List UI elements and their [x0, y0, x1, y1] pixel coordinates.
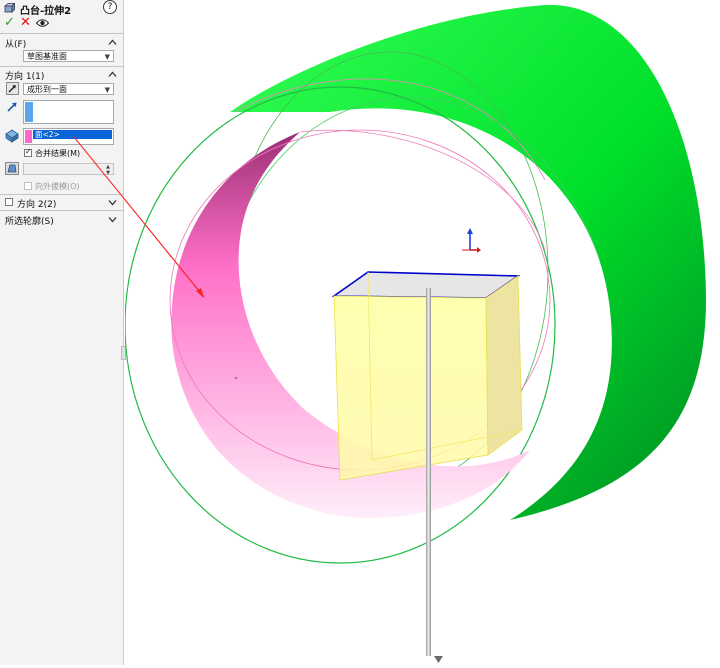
center-point-marker [234, 376, 238, 380]
divider [0, 33, 123, 34]
action-buttons: ✓ ✕ [0, 16, 123, 32]
reverse-direction-icon[interactable] [6, 82, 19, 95]
selected-face-item[interactable]: 面<2> [33, 130, 112, 139]
cancel-button[interactable]: ✕ [20, 16, 31, 30]
direction-vector-icon [7, 102, 17, 112]
direction-arrow-head[interactable] [434, 656, 443, 663]
selection-color-swatch [25, 102, 33, 122]
draft-angle-spinbox[interactable]: ▲ ▼ [23, 163, 114, 176]
divider [0, 210, 123, 211]
from-section-label[interactable]: 从(F) [5, 37, 26, 50]
chevron-down-icon[interactable] [108, 215, 117, 224]
divider [0, 194, 123, 195]
inner-face-edge [299, 129, 546, 251]
origin-triad-icon [462, 228, 481, 253]
spin-arrows-icon[interactable]: ▲ ▼ [106, 164, 110, 176]
draft-outward-checkbox[interactable] [24, 182, 32, 190]
feature-title-bar: 凸台-拉伸2 ? [0, 0, 123, 17]
chevron-down-icon: ▼ [104, 86, 110, 94]
merge-result-label: 合并结果(M) [35, 149, 81, 158]
end-condition-combo[interactable]: 成形到一面 ▼ [23, 83, 114, 95]
chevron-up-icon[interactable] [108, 38, 117, 47]
chevron-down-icon: ▼ [104, 53, 110, 61]
direction2-section-label[interactable]: 方向 2(2) [17, 197, 56, 210]
direction-selection-box[interactable] [23, 100, 114, 124]
from-condition-combo[interactable]: 草图基准面 ▼ [23, 50, 114, 62]
property-manager-panel: 凸台-拉伸2 ? ✓ ✕ 从(F) 草图基准面 ▼ 方向 1(1) 成形到一面 … [0, 0, 126, 665]
face-selection-icon [5, 129, 19, 143]
end-condition-value: 成形到一面 [27, 85, 67, 94]
direction-arrow-shaft[interactable] [426, 288, 431, 656]
selected-contours-label[interactable]: 所选轮廓(S) [5, 214, 54, 227]
face-color-swatch [25, 130, 32, 143]
merge-result-checkbox[interactable] [24, 147, 32, 157]
from-condition-value: 草图基准面 [27, 52, 67, 61]
chevron-down-icon[interactable] [108, 198, 117, 207]
eye-preview-icon[interactable] [36, 18, 49, 28]
help-icon[interactable]: ? [103, 0, 117, 14]
box-side-face [485, 275, 523, 456]
graphics-viewport[interactable] [73, 0, 720, 665]
model-view[interactable] [73, 0, 720, 665]
chevron-up-icon[interactable] [108, 70, 117, 79]
direction2-checkbox[interactable] [5, 198, 13, 206]
boss-extrude-icon [4, 3, 15, 13]
direction1-section-label[interactable]: 方向 1(1) [5, 69, 44, 82]
face-selection-box[interactable]: 面<2> [23, 128, 114, 145]
ok-button[interactable]: ✓ [4, 16, 15, 30]
draft-icon[interactable] [5, 162, 19, 175]
divider [0, 66, 123, 67]
draft-outward-label: 向外拔模(O) [35, 182, 80, 191]
